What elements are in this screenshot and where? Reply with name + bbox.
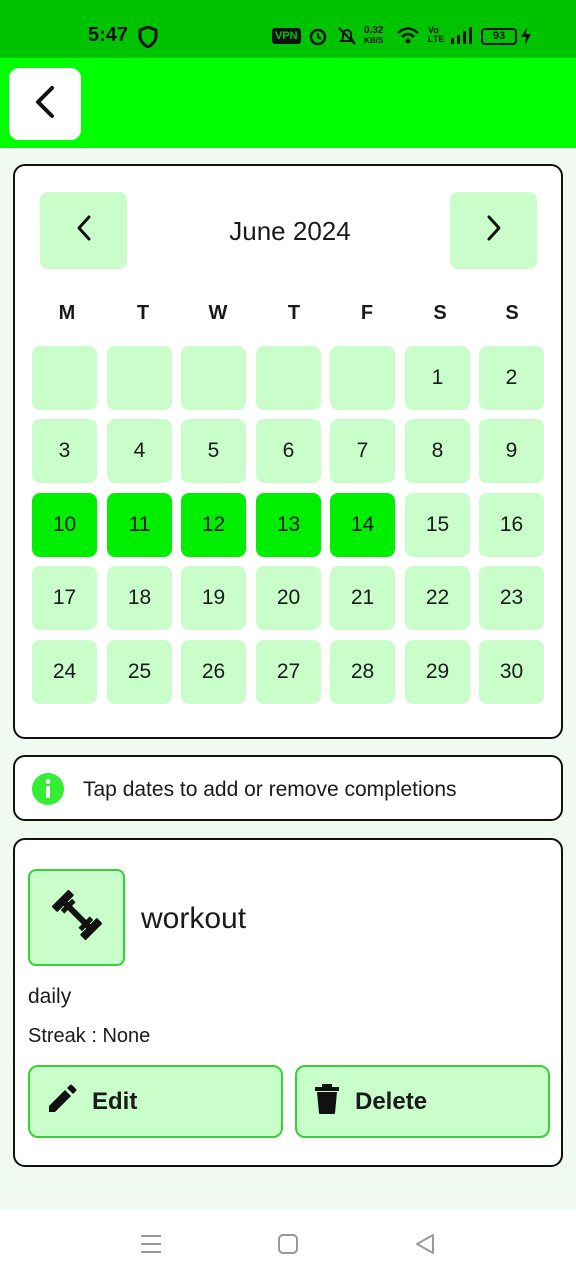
chevron-left-icon <box>74 214 94 247</box>
calendar-empty-cell <box>32 346 97 410</box>
calendar-day[interactable]: 6 <box>256 419 321 483</box>
previous-month-button[interactable] <box>40 192 127 269</box>
calendar-day[interactable]: 20 <box>256 566 321 630</box>
weekday-label: F <box>360 302 374 324</box>
vpn-badge: VPN <box>272 28 301 44</box>
edit-button[interactable]: Edit <box>28 1065 283 1138</box>
back-triangle-icon[interactable] <box>414 1232 436 1261</box>
bell-muted-icon <box>336 26 358 51</box>
habit-streak: Streak : None <box>28 1025 151 1047</box>
weekday-label: T <box>136 302 150 324</box>
alarm-icon <box>308 26 328 51</box>
chevron-left-icon <box>30 85 60 124</box>
calendar-day[interactable]: 5 <box>181 419 246 483</box>
calendar-day[interactable]: 24 <box>32 640 97 704</box>
status-bar: 5:47 VPN 0.32 KB/S Vo LTE 93 <box>0 0 576 58</box>
calendar-day[interactable]: 2 <box>479 346 544 410</box>
calendar-day[interactable]: 10 <box>32 493 97 557</box>
wifi-icon <box>396 26 420 51</box>
charging-icon <box>520 26 532 51</box>
info-banner: Tap dates to add or remove completions <box>13 755 563 821</box>
calendar-day[interactable]: 26 <box>181 640 246 704</box>
calendar-day[interactable]: 29 <box>405 640 470 704</box>
weekday-label: W <box>208 302 228 324</box>
calendar-day[interactable]: 1 <box>405 346 470 410</box>
habit-name: workout <box>141 902 247 935</box>
weekday-label: M <box>58 302 76 324</box>
trash-icon <box>297 1083 355 1120</box>
menu-icon[interactable] <box>140 1232 162 1261</box>
pencil-icon <box>30 1083 92 1120</box>
calendar-day[interactable]: 16 <box>479 493 544 557</box>
habit-card: workout daily Streak : None Edit Delete <box>13 838 563 1167</box>
calendar-day[interactable]: 28 <box>330 640 395 704</box>
calendar-day[interactable]: 9 <box>479 419 544 483</box>
calendar-day[interactable]: 21 <box>330 566 395 630</box>
delete-button-label: Delete <box>355 1087 428 1115</box>
calendar-day[interactable]: 27 <box>256 640 321 704</box>
next-month-button[interactable] <box>450 192 537 269</box>
calendar-day[interactable]: 30 <box>479 640 544 704</box>
calendar-card: June 2024 M T W T F S S 1 2 3 4 5 6 7 8 9 10 11 12 1… <box>13 164 563 739</box>
chevron-right-icon <box>484 214 504 247</box>
weekday-label: S <box>505 302 519 324</box>
calendar-day[interactable]: 22 <box>405 566 470 630</box>
signal-icon <box>450 26 472 49</box>
app-bar <box>0 58 576 148</box>
dumbbell-icon <box>51 889 103 946</box>
calendar-day[interactable]: 23 <box>479 566 544 630</box>
calendar-day[interactable]: 11 <box>107 493 172 557</box>
calendar-day[interactable]: 19 <box>181 566 246 630</box>
delete-button[interactable]: Delete <box>295 1065 550 1138</box>
calendar-day[interactable]: 25 <box>107 640 172 704</box>
status-time: 5:47 <box>88 24 129 46</box>
habit-icon-button[interactable] <box>28 869 125 966</box>
calendar-day[interactable]: 18 <box>107 566 172 630</box>
month-title: June 2024 <box>229 216 351 246</box>
network-speed: 0.32 KB/S <box>364 26 383 46</box>
calendar-empty-cell <box>256 346 321 410</box>
calendar-day[interactable]: 13 <box>256 493 321 557</box>
calendar-day[interactable]: 7 <box>330 419 395 483</box>
calendar-day[interactable]: 3 <box>32 419 97 483</box>
volte-icon: Vo LTE <box>428 25 445 44</box>
calendar-empty-cell <box>107 346 172 410</box>
calendar-day[interactable]: 17 <box>32 566 97 630</box>
network-speed-value: 0.32 <box>364 25 384 36</box>
network-speed-unit: KB/S <box>364 36 384 45</box>
home-icon[interactable] <box>277 1232 299 1261</box>
calendar-day[interactable]: 15 <box>405 493 470 557</box>
weekday-label: T <box>287 302 301 324</box>
shield-icon <box>138 25 158 53</box>
habit-frequency: daily <box>28 985 72 1008</box>
calendar-day[interactable]: 12 <box>181 493 246 557</box>
calendar-day[interactable]: 8 <box>405 419 470 483</box>
calendar-empty-cell <box>181 346 246 410</box>
weekday-label: S <box>433 302 447 324</box>
edit-button-label: Edit <box>92 1087 138 1115</box>
battery-indicator: 93 <box>481 28 517 45</box>
calendar-day[interactable]: 4 <box>107 419 172 483</box>
system-nav-bar <box>0 1210 576 1280</box>
calendar-day[interactable]: 14 <box>330 493 395 557</box>
back-button[interactable] <box>9 68 81 140</box>
info-icon <box>32 773 64 810</box>
calendar-empty-cell <box>330 346 395 410</box>
info-text: Tap dates to add or remove completions <box>83 778 457 801</box>
